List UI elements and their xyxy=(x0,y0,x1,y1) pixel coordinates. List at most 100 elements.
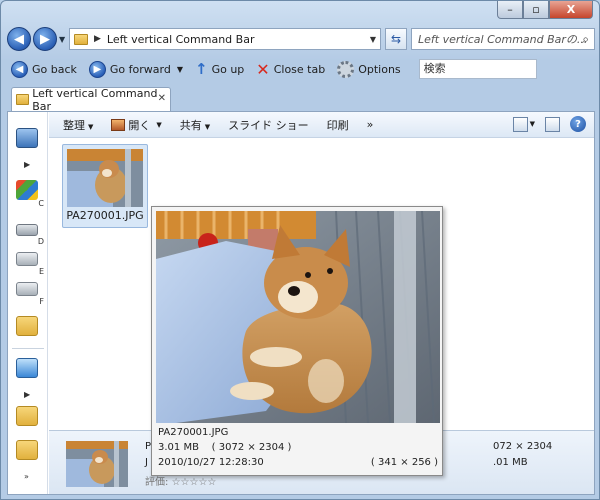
close-window-button[interactable]: X xyxy=(549,1,593,19)
search-icon[interactable]: ⌕ xyxy=(582,32,589,47)
close-icon[interactable]: ✕ xyxy=(158,93,166,104)
preview-date: 2010/10/27 12:28:30 xyxy=(158,457,264,468)
share-menu[interactable]: 共有 ▼ xyxy=(180,117,210,133)
go-back-button[interactable]: ◀ Go back xyxy=(7,58,81,80)
organize-label: 整理 xyxy=(63,118,85,132)
go-forward-label: Go forward xyxy=(109,62,171,76)
documents-folder-icon xyxy=(16,406,38,426)
gear-icon xyxy=(337,60,355,78)
close-x-icon: ✕ xyxy=(256,59,270,79)
address-path: Left vertical Command Bar xyxy=(106,32,255,46)
dog-photo-preview xyxy=(66,441,128,487)
recent-pages-dropdown[interactable]: ▼ xyxy=(59,35,65,44)
preview-pane-icon[interactable] xyxy=(545,116,560,132)
drive-label: E xyxy=(38,267,44,276)
drive-e-button[interactable]: E xyxy=(12,246,44,276)
computer-button[interactable] xyxy=(12,126,44,156)
computer-icon xyxy=(16,128,38,148)
strip-divider xyxy=(12,348,44,349)
go-forward-button[interactable]: ▶ Go forward ▼ xyxy=(85,58,187,80)
music-folder-button[interactable] xyxy=(12,438,44,468)
back-arrow-icon: ◀ xyxy=(11,60,28,78)
folder-toolbar: 整理 ▼ 開く ▼ 共有 ▼ スライド ショー 印刷 » ▼ ? xyxy=(49,112,594,138)
star-rating-icon[interactable]: ☆☆☆☆☆ xyxy=(172,477,217,488)
details-meta: 072 × 2304 .01 MB xyxy=(493,439,588,471)
caption-buttons: – ▫ X xyxy=(497,1,593,19)
tab-left-vertical-command-bar[interactable]: Left vertical Command Bar ✕ xyxy=(11,86,171,113)
search-placeholder: Left vertical Command Barの... xyxy=(418,33,588,46)
command-search-input[interactable]: 検索 xyxy=(418,59,537,79)
go-up-button[interactable]: ↑ Go up xyxy=(191,58,248,80)
help-icon[interactable]: ? xyxy=(570,116,586,132)
search-input[interactable]: Left vertical Command Barの... ⌕ xyxy=(411,28,595,50)
more-chevron-icon[interactable]: » xyxy=(24,472,29,481)
more-commands-button[interactable]: » xyxy=(367,118,374,131)
control-panel-icon xyxy=(16,358,38,378)
forward-nav-button[interactable]: ▶ xyxy=(33,27,57,51)
folder-icon xyxy=(74,33,88,45)
slideshow-button[interactable]: スライド ショー xyxy=(228,117,309,133)
chevron-down-icon[interactable]: ▼ xyxy=(530,120,535,128)
chevron-right-icon[interactable]: ▶ xyxy=(94,34,101,44)
control-panel-button[interactable] xyxy=(12,356,44,386)
close-tab-button[interactable]: ✕ Close tab xyxy=(252,58,329,80)
chevron-down-icon: ▼ xyxy=(156,120,162,129)
drive-d-button[interactable]: D xyxy=(12,216,44,246)
address-row: ◀ ▶ ▼ ▶ Left vertical Command Bar ▼ ⇆ Le… xyxy=(7,27,595,53)
go-up-label: Go up xyxy=(211,62,245,76)
minimize-button[interactable]: – xyxy=(497,1,523,19)
explorer-window: – ▫ X ◀ ▶ ▼ ▶ Left vertical Command Bar … xyxy=(0,0,600,500)
refresh-button[interactable]: ⇆ xyxy=(385,28,407,50)
hover-preview-popup: PA270001.JPG 3.01 MB ( 3072 × 2304 ) 201… xyxy=(151,206,443,476)
chevron-right-icon[interactable]: ▶ xyxy=(24,160,30,169)
details-dimensions: 072 × 2304 xyxy=(493,441,553,452)
drive-f-button[interactable]: F xyxy=(12,276,44,306)
documents-folder-button[interactable] xyxy=(12,404,44,434)
print-button[interactable]: 印刷 xyxy=(327,117,349,133)
open-label: 開く xyxy=(128,118,151,132)
chevron-right-icon[interactable]: ▶ xyxy=(24,390,30,399)
preview-display-dims: ( 341 × 256 ) xyxy=(370,457,438,468)
tab-label: Left vertical Command Bar xyxy=(32,86,158,113)
drive-label: F xyxy=(39,297,44,306)
open-menu[interactable]: 開く ▼ xyxy=(111,117,162,133)
arrow-left-icon: ◀ xyxy=(14,31,24,47)
windows-drive-icon xyxy=(16,180,38,200)
network-folder-icon xyxy=(16,316,38,336)
disc-drive-icon xyxy=(16,282,38,296)
details-size: .01 MB xyxy=(493,457,528,468)
file-name: PA270001.JPG xyxy=(66,209,144,222)
chevron-down-icon: ▼ xyxy=(204,122,211,131)
close-tab-label: Close tab xyxy=(273,62,326,76)
music-folder-icon xyxy=(16,440,38,460)
preview-size: 3.01 MB xyxy=(158,442,199,453)
preview-filename: PA270001.JPG xyxy=(158,427,229,438)
view-controls: ▼ ? xyxy=(512,116,586,132)
view-mode-icon[interactable] xyxy=(512,116,528,132)
dvd-drive-icon xyxy=(16,252,38,266)
back-nav-button[interactable]: ◀ xyxy=(7,27,31,51)
rating-label: 評価: xyxy=(145,477,169,488)
drive-label: C xyxy=(38,199,44,208)
drive-c-button[interactable]: C xyxy=(12,178,44,208)
share-label: 共有 xyxy=(179,118,202,132)
arrow-right-icon: ▶ xyxy=(40,31,50,47)
options-button[interactable]: Options xyxy=(333,58,404,80)
dog-photo-thumbnail xyxy=(67,149,143,207)
file-item[interactable]: PA270001.JPG xyxy=(62,144,148,228)
hard-drive-icon xyxy=(16,224,38,236)
left-command-strip: ▶ C D E F ▶ » xyxy=(8,112,48,494)
network-folder-button[interactable] xyxy=(12,314,44,344)
drive-label: D xyxy=(37,237,44,246)
preview-info: PA270001.JPG 3.01 MB ( 3072 × 2304 ) 201… xyxy=(158,425,438,470)
chevron-down-icon[interactable]: ▼ xyxy=(370,35,376,44)
address-bar[interactable]: ▶ Left vertical Command Bar ▼ xyxy=(69,28,381,50)
go-back-label: Go back xyxy=(32,62,77,76)
preview-dimensions: ( 3072 × 2304 ) xyxy=(211,442,292,453)
up-arrow-icon: ↑ xyxy=(195,60,208,78)
tab-row: Left vertical Command Bar ✕ xyxy=(7,85,595,113)
refresh-icon: ⇆ xyxy=(390,32,402,46)
maximize-button[interactable]: ▫ xyxy=(523,1,549,19)
chevron-down-icon[interactable]: ▼ xyxy=(177,65,183,74)
organize-menu[interactable]: 整理 ▼ xyxy=(63,117,93,133)
